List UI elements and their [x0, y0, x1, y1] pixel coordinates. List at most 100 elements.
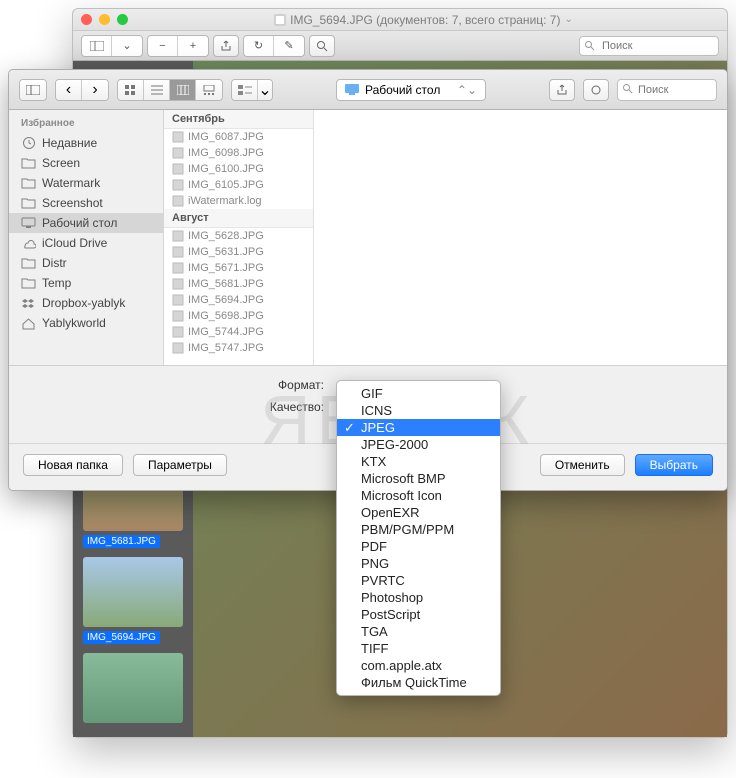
chevron-down-icon[interactable]: ⌄: [564, 14, 572, 25]
sidebar-toggle-button[interactable]: [82, 36, 112, 56]
search-field[interactable]: [579, 36, 719, 56]
desktop-icon: [345, 84, 359, 95]
file-item[interactable]: IMG_5744.JPG: [164, 324, 313, 340]
sidebar-toggle-button[interactable]: [20, 80, 46, 100]
file-item[interactable]: IMG_6105.JPG: [164, 177, 313, 193]
zoom-in-button[interactable]: +: [178, 36, 208, 56]
zoom-icon[interactable]: [117, 14, 128, 25]
file-item[interactable]: IMG_5631.JPG: [164, 244, 313, 260]
share-button[interactable]: [213, 35, 239, 57]
file-icon: [172, 294, 184, 306]
sidebar-item[interactable]: Watermark: [9, 173, 163, 193]
close-icon[interactable]: [81, 14, 92, 25]
dropdown-item[interactable]: Microsoft Icon: [337, 487, 500, 504]
dropdown-item[interactable]: PNG: [337, 555, 500, 572]
folder-icon: [21, 277, 36, 290]
file-column: СентябрьIMG_6087.JPGIMG_6098.JPGIMG_6100…: [164, 110, 314, 365]
path-selector[interactable]: Рабочий стол ⌃⌄: [336, 79, 486, 101]
file-icon: [172, 310, 184, 322]
quality-label: Качество:: [29, 400, 334, 414]
dropdown-item[interactable]: TIFF: [337, 640, 500, 657]
file-item[interactable]: IMG_5747.JPG: [164, 340, 313, 356]
file-icon: [172, 246, 184, 258]
choose-button[interactable]: Выбрать: [635, 454, 713, 476]
sidebar-item[interactable]: Distr: [9, 253, 163, 273]
file-item[interactable]: IMG_6098.JPG: [164, 145, 313, 161]
sidebar-item[interactable]: Screenshot: [9, 193, 163, 213]
file-item[interactable]: IMG_5671.JPG: [164, 260, 313, 276]
rotate-button[interactable]: ↻: [244, 36, 274, 56]
folder-icon: [21, 177, 36, 190]
window-title: IMG_5694.JPG (документов: 7, всего стран…: [128, 13, 719, 27]
view-mode-group: [117, 79, 223, 101]
thumbnail[interactable]: IMG_5694.JPG: [83, 557, 183, 645]
file-item[interactable]: IMG_5628.JPG: [164, 228, 313, 244]
list-view-button[interactable]: [144, 80, 170, 100]
zoom-out-button[interactable]: −: [148, 36, 178, 56]
minimize-icon[interactable]: [99, 14, 110, 25]
tags-button[interactable]: [583, 79, 609, 101]
dropdown-item[interactable]: ICNS: [337, 402, 500, 419]
file-icon: [172, 179, 184, 191]
file-item[interactable]: IMG_6100.JPG: [164, 161, 313, 177]
dropdown-item[interactable]: PVRTC: [337, 572, 500, 589]
chevron-down-icon[interactable]: ⌄: [258, 80, 272, 100]
cancel-button[interactable]: Отменить: [540, 454, 625, 476]
sidebar-toggle-group: [19, 79, 47, 101]
file-item[interactable]: IMG_5681.JPG: [164, 276, 313, 292]
share-button[interactable]: [549, 79, 575, 101]
dropdown-item[interactable]: Фильм QuickTime: [337, 674, 500, 691]
dropbox-icon: [21, 297, 36, 310]
search-button[interactable]: [309, 35, 335, 57]
group-button[interactable]: [232, 80, 258, 100]
new-folder-button[interactable]: Новая папка: [23, 454, 123, 476]
markup-button[interactable]: ✎: [274, 36, 304, 56]
sidebar-item[interactable]: Недавние: [9, 133, 163, 153]
params-button[interactable]: Параметры: [133, 454, 227, 476]
icon-view-button[interactable]: [118, 80, 144, 100]
dropdown-item[interactable]: Photoshop: [337, 589, 500, 606]
cloud-icon: [21, 237, 36, 250]
dropdown-item[interactable]: PostScript: [337, 606, 500, 623]
preview-toolbar: ⌄ − + ↻ ✎: [73, 31, 727, 61]
forward-button[interactable]: ›: [82, 80, 108, 100]
file-icon: [172, 163, 184, 175]
format-dropdown[interactable]: GIFICNSJPEGJPEG-2000KTXMicrosoft BMPMicr…: [336, 380, 501, 696]
search-input[interactable]: [579, 36, 719, 56]
sidebar-item[interactable]: Dropbox-yablyk: [9, 293, 163, 313]
dropdown-item[interactable]: Microsoft BMP: [337, 470, 500, 487]
file-item[interactable]: IMG_5694.JPG: [164, 292, 313, 308]
dropdown-item[interactable]: PBM/PGM/PPM: [337, 521, 500, 538]
column-view-button[interactable]: [170, 80, 196, 100]
chevron-down-icon[interactable]: ⌄: [112, 36, 142, 56]
finder-toolbar: ‹ › ⌄ Рабочий стол ⌃⌄: [9, 70, 727, 110]
dropdown-item[interactable]: KTX: [337, 453, 500, 470]
dropdown-item[interactable]: JPEG: [337, 419, 500, 436]
dropdown-item[interactable]: OpenEXR: [337, 504, 500, 521]
file-item[interactable]: IMG_5698.JPG: [164, 308, 313, 324]
sidebar-item[interactable]: Screen: [9, 153, 163, 173]
dropdown-item[interactable]: com.apple.atx: [337, 657, 500, 674]
dropdown-item[interactable]: PDF: [337, 538, 500, 555]
file-item[interactable]: IMG_6087.JPG: [164, 129, 313, 145]
sidebar-mode-group: ⌄: [81, 35, 143, 57]
back-button[interactable]: ‹: [56, 80, 82, 100]
sidebar-item[interactable]: Рабочий стол: [9, 213, 163, 233]
file-icon: [172, 195, 184, 207]
dropdown-item[interactable]: JPEG-2000: [337, 436, 500, 453]
preview-titlebar: IMG_5694.JPG (документов: 7, всего стран…: [73, 9, 727, 31]
file-item[interactable]: iWatermark.log: [164, 193, 313, 209]
file-icon: [172, 342, 184, 354]
sidebar-item[interactable]: Temp: [9, 273, 163, 293]
traffic-lights: [81, 14, 128, 25]
thumbnail[interactable]: [83, 653, 183, 723]
sidebar-item[interactable]: iCloud Drive: [9, 233, 163, 253]
sidebar-header: Избранное: [9, 116, 163, 133]
format-label: Формат:: [29, 378, 334, 392]
dropdown-item[interactable]: GIF: [337, 385, 500, 402]
sidebar-item[interactable]: Yablykworld: [9, 313, 163, 333]
finder-search[interactable]: [617, 79, 717, 101]
folder-icon: [21, 197, 36, 210]
gallery-view-button[interactable]: [196, 80, 222, 100]
dropdown-item[interactable]: TGA: [337, 623, 500, 640]
